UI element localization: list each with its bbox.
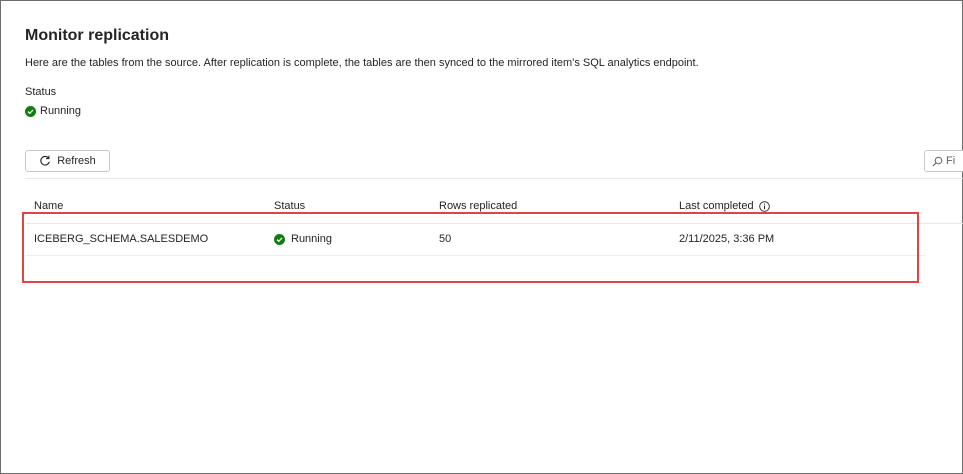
filter-placeholder: Fi bbox=[946, 155, 956, 167]
cell-rows-replicated: 50 bbox=[439, 233, 452, 245]
column-header-status[interactable]: Status bbox=[274, 200, 305, 212]
monitor-replication-panel: Monitor replication Here are the tables … bbox=[0, 0, 963, 474]
filter-input[interactable]: Fi bbox=[924, 150, 963, 172]
replication-status-text: Running bbox=[40, 105, 81, 117]
refresh-button[interactable]: Refresh bbox=[25, 150, 110, 172]
cell-status-text: Running bbox=[291, 233, 332, 245]
status-label: Status bbox=[25, 86, 57, 98]
cell-status: Running bbox=[274, 233, 332, 245]
page-description: Here are the tables from the source. Aft… bbox=[25, 57, 699, 69]
column-header-last-completed[interactable]: Last completed bbox=[679, 200, 770, 212]
refresh-button-label: Refresh bbox=[57, 155, 96, 167]
replication-status: Running bbox=[25, 105, 81, 117]
cell-last-completed: 2/11/2025, 3:36 PM bbox=[679, 233, 775, 245]
search-icon bbox=[932, 156, 943, 167]
check-circle-icon bbox=[274, 233, 285, 245]
header-divider bbox=[25, 223, 963, 224]
column-header-name[interactable]: Name bbox=[34, 200, 63, 212]
toolbar-divider bbox=[25, 178, 963, 179]
cell-name: ICEBERG_SCHEMA.SALESDEMO bbox=[34, 233, 209, 245]
check-circle-icon bbox=[25, 105, 36, 117]
info-icon[interactable] bbox=[758, 200, 770, 212]
column-header-rows-replicated[interactable]: Rows replicated bbox=[439, 200, 517, 212]
page-title: Monitor replication bbox=[25, 27, 169, 44]
row-divider bbox=[25, 255, 925, 256]
refresh-icon bbox=[39, 155, 51, 167]
